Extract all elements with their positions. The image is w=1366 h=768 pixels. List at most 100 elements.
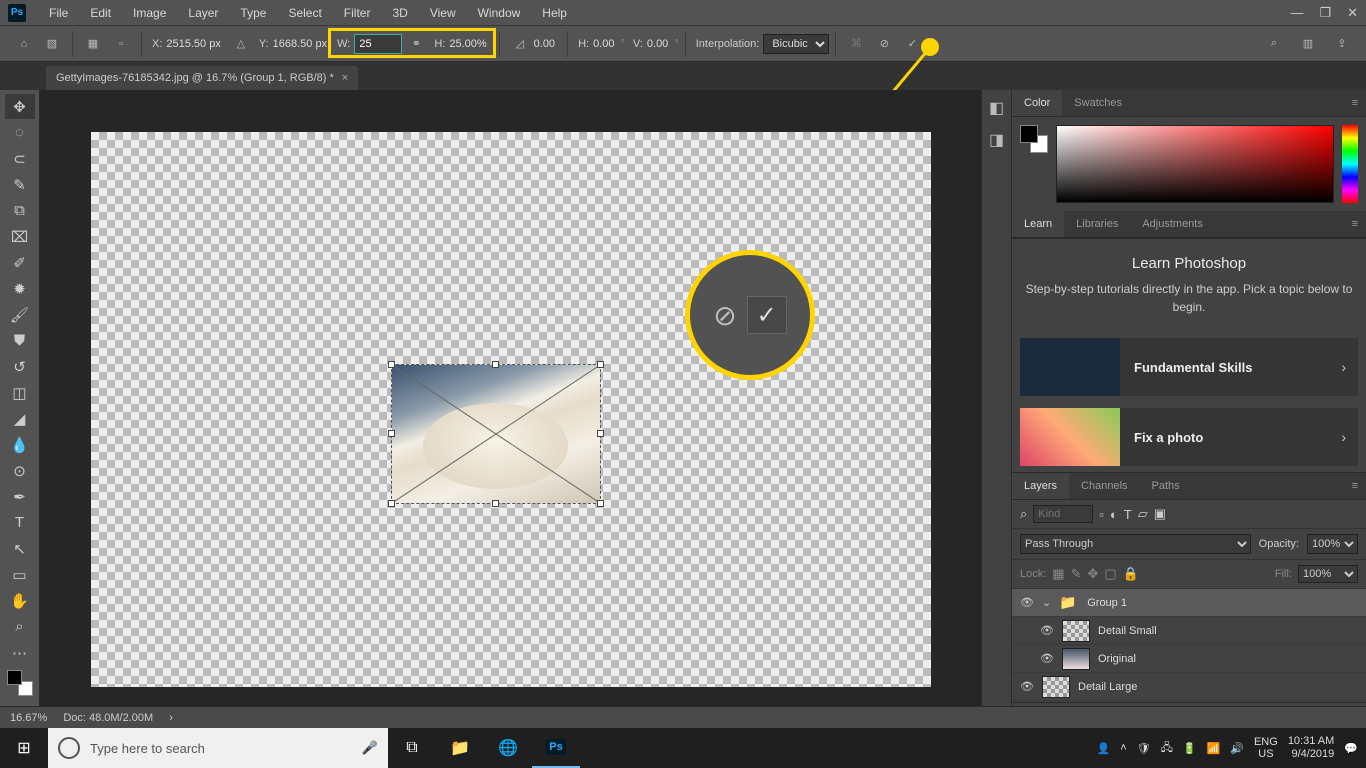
rotation-value[interactable]: 0.00 — [534, 38, 555, 50]
quick-select-tool[interactable]: ✎ — [5, 172, 35, 197]
menu-type[interactable]: Type — [229, 6, 277, 20]
commit-transform-icon[interactable]: ✓ — [901, 33, 923, 55]
dodge-tool[interactable]: ⊙ — [5, 458, 35, 483]
crop-tool[interactable]: ⧉ — [5, 198, 35, 223]
shape-tool[interactable]: ▭ — [5, 562, 35, 587]
visibility-icon[interactable]: 👁 — [1020, 596, 1034, 609]
layer-row-group[interactable]: 👁 ⌄ 📁 Group 1 — [1012, 589, 1366, 617]
layer-name[interactable]: Detail Large — [1078, 681, 1137, 693]
lock-image-icon[interactable]: ✎ — [1071, 566, 1082, 582]
window-minimize-icon[interactable]: — — [1290, 5, 1303, 20]
handle-tl[interactable] — [388, 361, 395, 368]
lock-all-icon[interactable]: 🔒 — [1123, 566, 1139, 582]
cancel-transform-icon[interactable]: ⊘ — [873, 33, 895, 55]
zoom-tool[interactable]: ⌕ — [5, 614, 35, 639]
x-value[interactable]: 2515.50 px — [166, 38, 220, 50]
libraries-tab[interactable]: Libraries — [1064, 211, 1130, 237]
brush-tool[interactable]: 🖌 — [5, 302, 35, 327]
frame-tool[interactable]: ⌧ — [5, 224, 35, 249]
chevron-down-icon[interactable]: ⌄ — [1042, 596, 1051, 609]
start-button[interactable]: ⊞ — [0, 728, 48, 768]
tray-network-icon[interactable]: 🖧 — [1161, 739, 1173, 758]
handle-l[interactable] — [388, 430, 395, 437]
filter-pixel-icon[interactable]: ▫ — [1099, 507, 1104, 522]
search-icon[interactable]: ⌕ — [1263, 33, 1285, 55]
handle-t[interactable] — [492, 361, 499, 368]
panel-menu-icon[interactable]: ≡ — [1344, 473, 1366, 499]
visibility-icon[interactable]: 👁 — [1040, 624, 1054, 637]
height-value[interactable]: 25.00% — [449, 38, 486, 50]
swatches-tab[interactable]: Swatches — [1062, 90, 1134, 116]
menu-file[interactable]: File — [38, 6, 79, 20]
taskbar-explorer[interactable]: 📁 — [436, 728, 484, 768]
layer-row[interactable]: 👁 Detail Large — [1012, 673, 1366, 701]
panel-menu-icon[interactable]: ≡ — [1344, 211, 1366, 237]
transform-bounding-box[interactable] — [391, 364, 601, 504]
visibility-icon[interactable]: 👁 — [1020, 680, 1034, 693]
taskbar-search[interactable]: Type here to search 🎤 — [48, 728, 388, 768]
task-view-button[interactable]: ⧉ — [388, 728, 436, 768]
width-input[interactable] — [354, 34, 402, 54]
fill-select[interactable]: 100% — [1298, 565, 1358, 583]
handle-r[interactable] — [597, 430, 604, 437]
filter-shape-icon[interactable]: ▱ — [1138, 506, 1148, 522]
taskbar-chrome[interactable]: 🌐 — [484, 728, 532, 768]
move-tool[interactable]: ✥ — [5, 94, 35, 119]
handle-bl[interactable] — [388, 500, 395, 507]
learn-card-fix-photo[interactable]: Fix a photo› — [1020, 408, 1358, 466]
stamp-tool[interactable]: ⛊ — [5, 328, 35, 353]
arrange-icon[interactable]: ▥ — [1297, 33, 1319, 55]
delta-icon[interactable]: △ — [230, 33, 252, 55]
window-close-icon[interactable]: ✕ — [1347, 5, 1358, 21]
eyedropper-tool[interactable]: ✐ — [5, 250, 35, 275]
menu-filter[interactable]: Filter — [333, 6, 382, 20]
canvas[interactable]: ⊘ ✓ — [40, 90, 981, 728]
skew-v-value[interactable]: 0.00 — [647, 38, 668, 50]
tray-security-icon[interactable]: 🛡 — [1137, 742, 1151, 755]
heal-tool[interactable]: ✹ — [5, 276, 35, 301]
zoom-level[interactable]: 16.67% — [10, 712, 47, 724]
home-icon[interactable]: ⌂ — [13, 33, 35, 55]
mic-icon[interactable]: 🎤 — [362, 740, 378, 756]
reference-point-icon[interactable]: ▦ — [82, 33, 104, 55]
lock-pos-icon[interactable]: ✥ — [1088, 566, 1099, 582]
filter-search-icon[interactable]: ⌕ — [1020, 506, 1027, 522]
status-chevron-icon[interactable]: › — [169, 712, 173, 724]
dock-icon-2[interactable]: ◨ — [989, 130, 1004, 150]
skew-h-value[interactable]: 0.00 — [593, 38, 614, 50]
learn-card-fundamental[interactable]: Fundamental Skills› — [1020, 338, 1358, 396]
panel-menu-icon[interactable]: ≡ — [1344, 90, 1366, 116]
eraser-tool[interactable]: ◫ — [5, 380, 35, 405]
tray-up-icon[interactable]: ˄ — [1120, 742, 1126, 754]
menu-help[interactable]: Help — [531, 6, 578, 20]
lasso-tool[interactable]: ⊂ — [5, 146, 35, 171]
adjustments-tab[interactable]: Adjustments — [1130, 211, 1215, 237]
layer-name[interactable]: Detail Small — [1098, 625, 1157, 637]
layer-name[interactable]: Original — [1098, 653, 1136, 665]
marquee-tool[interactable]: ◌ — [5, 120, 35, 145]
y-value[interactable]: 1668.50 px — [273, 38, 327, 50]
visibility-icon[interactable]: 👁 — [1040, 652, 1054, 665]
layer-row[interactable]: 👁 Original — [1012, 645, 1366, 673]
filter-type-icon[interactable]: T — [1124, 507, 1132, 522]
menu-select[interactable]: Select — [277, 6, 332, 20]
layer-filter-input[interactable] — [1033, 505, 1093, 523]
reference-toggle-icon[interactable]: ▫ — [110, 33, 132, 55]
dock-icon-1[interactable]: ◧ — [989, 98, 1004, 118]
menu-3d[interactable]: 3D — [381, 6, 418, 20]
color-swatches[interactable] — [7, 670, 33, 696]
filter-smart-icon[interactable]: ▣ — [1154, 506, 1166, 522]
hue-strip[interactable] — [1342, 125, 1358, 203]
layer-row[interactable]: 👁 Detail Small — [1012, 617, 1366, 645]
taskbar-photoshop[interactable]: Ps — [532, 728, 580, 768]
channels-tab[interactable]: Channels — [1069, 473, 1139, 499]
blend-mode-select[interactable]: Pass Through — [1020, 534, 1251, 554]
handle-b[interactable] — [492, 500, 499, 507]
menu-image[interactable]: Image — [122, 6, 177, 20]
menu-edit[interactable]: Edit — [79, 6, 122, 20]
interpolation-select[interactable]: Bicubic — [763, 34, 829, 54]
tray-battery-icon[interactable]: 🔋 — [1183, 742, 1197, 755]
close-tab-icon[interactable]: × — [342, 72, 348, 84]
tray-notifications-icon[interactable]: 💬 — [1344, 742, 1358, 755]
hand-tool[interactable]: ✋ — [5, 588, 35, 613]
